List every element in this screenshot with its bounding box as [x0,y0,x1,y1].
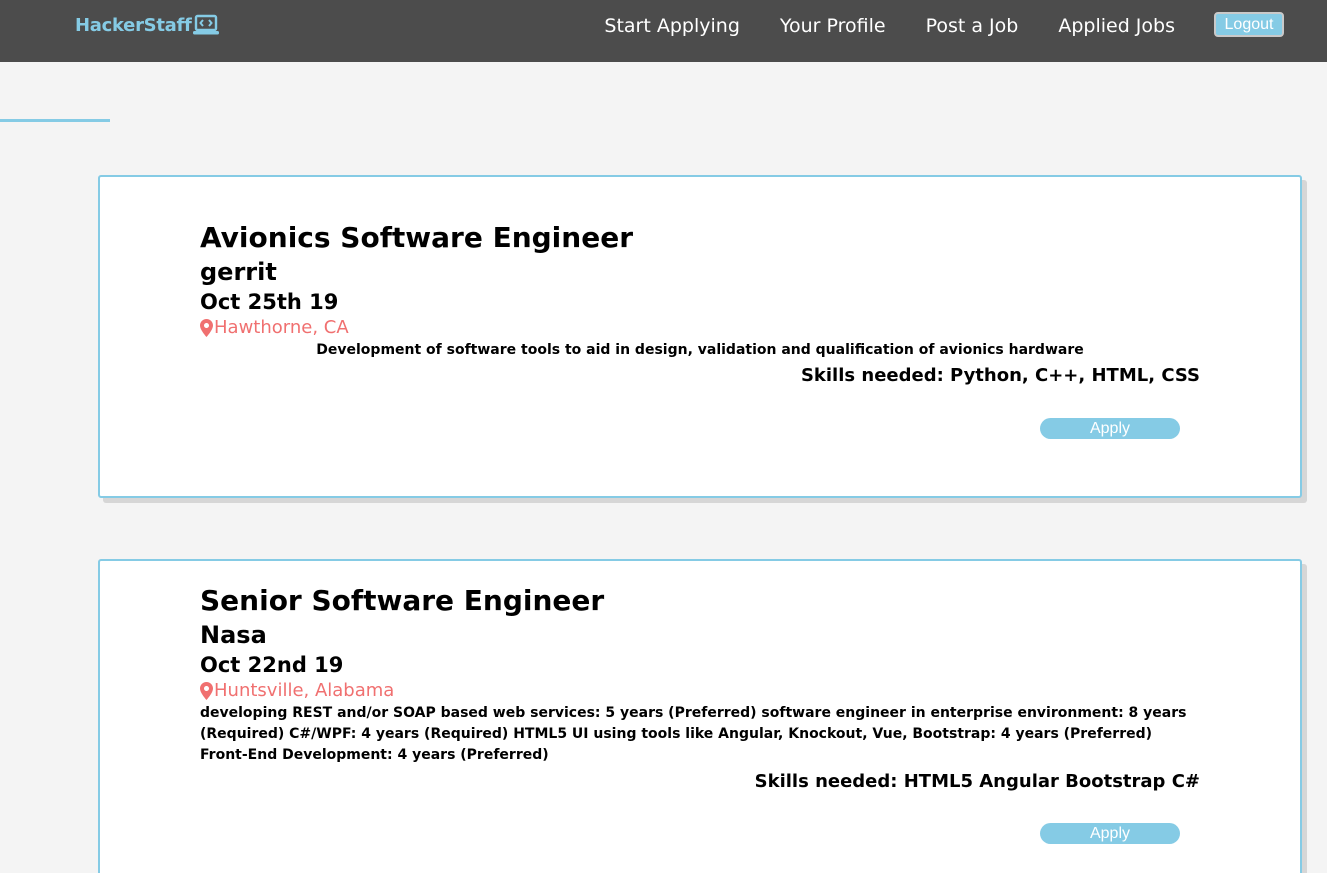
map-marker-icon [200,319,213,337]
job-title: Avionics Software Engineer [200,221,634,254]
posted-date: Oct 25th 19 [200,290,339,314]
job-description: developing REST and/or SOAP based web se… [200,705,1187,763]
top-navbar: HackerStaff Start Applying Your Profile … [0,0,1327,62]
apply-button[interactable]: Apply [1040,418,1180,439]
company-name: gerrit [200,258,277,286]
posted-date: Oct 22nd 19 [200,653,344,677]
company-name: Nasa [200,621,267,649]
job-card: Senior Software Engineer Nasa Oct 22nd 1… [98,559,1302,873]
accent-divider [0,119,110,122]
location-text: Huntsville, Alabama [214,680,395,701]
map-marker-icon [200,682,213,700]
skills-needed: Skills needed: Python, C++, HTML, CSS [800,365,1200,386]
job-location: Huntsville, Alabama [200,679,1200,703]
nav-applied-jobs[interactable]: Applied Jobs [1058,14,1175,38]
nav-post-a-job[interactable]: Post a Job [926,14,1019,38]
logout-button[interactable]: Logout [1214,12,1284,37]
nav-your-profile[interactable]: Your Profile [780,14,886,38]
job-description: Development of software tools to aid in … [316,342,1084,358]
skills-needed: Skills needed: HTML5 Angular Bootstrap C… [754,771,1200,792]
job-title: Senior Software Engineer [200,584,605,617]
brand-logo[interactable]: HackerStaff [75,14,219,36]
job-card: Avionics Software Engineer gerrit Oct 25… [98,175,1302,498]
nav-links: Start Applying Your Profile Post a Job A… [604,14,1175,38]
brand-name: HackerStaff [75,14,192,36]
location-text: Hawthorne, CA [214,317,349,338]
apply-button[interactable]: Apply [1040,823,1180,844]
nav-start-applying[interactable]: Start Applying [604,14,739,38]
laptop-code-icon [192,14,219,35]
job-location: Hawthorne, CA [200,316,1200,340]
